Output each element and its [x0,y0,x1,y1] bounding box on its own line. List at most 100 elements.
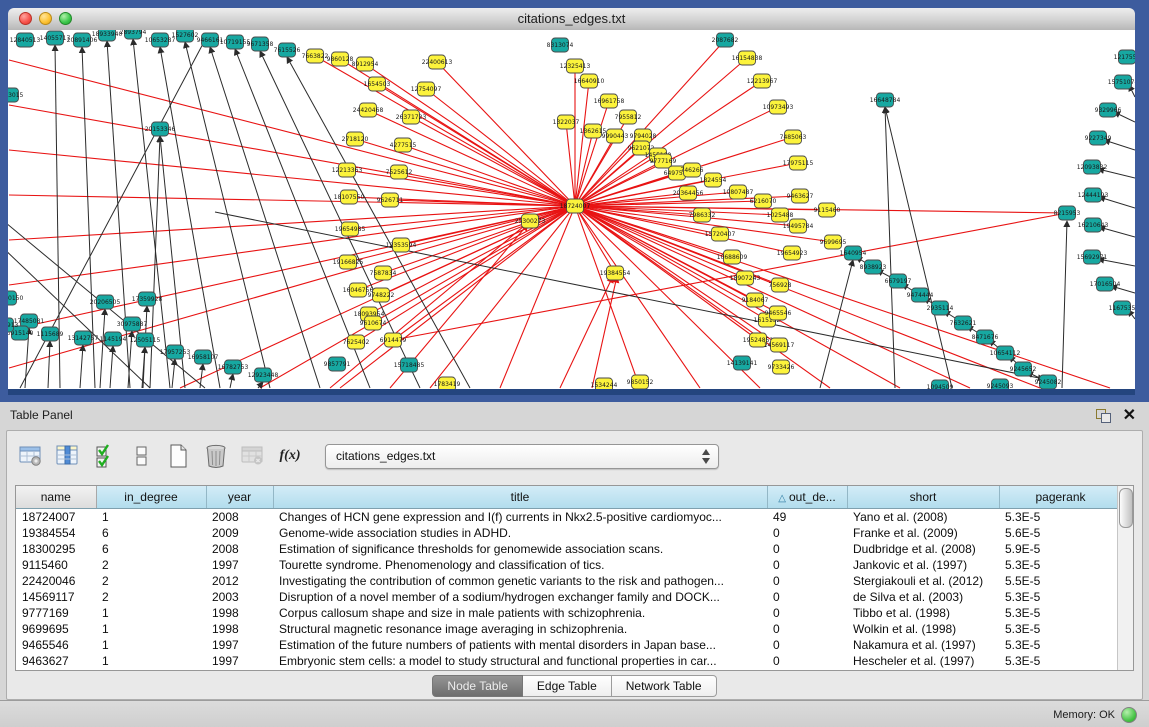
svg-text:12093832: 12093832 [1077,164,1108,171]
svg-text:1824554: 1824554 [700,177,727,184]
svg-text:16782753: 16782753 [218,364,249,371]
column-header-name[interactable]: name [16,486,96,509]
svg-text:19654985: 19654985 [335,226,366,233]
close-panel-icon[interactable]: ✕ [1123,405,1136,425]
svg-text:1527602: 1527602 [172,32,199,39]
table-row[interactable]: 911546021997Tourette syndrome. Phenomeno… [16,557,1122,573]
table-row[interactable]: 969969511998Structural magnetic resonanc… [16,621,1122,637]
table-row[interactable]: 1830029562008Estimation of significance … [16,541,1122,557]
svg-text:19384554: 19384554 [600,270,631,277]
window-controls [19,12,72,25]
close-window-icon[interactable] [19,12,32,25]
svg-text:9748222: 9748222 [368,292,395,299]
svg-text:12840513: 12840513 [10,37,41,44]
float-panel-icon[interactable] [1096,409,1111,422]
create-column-icon[interactable] [165,442,193,470]
svg-text:2893794: 2893794 [120,30,147,36]
column-header-pagerank[interactable]: pagerank [999,486,1122,509]
svg-text:8471676: 8471676 [972,334,999,341]
svg-text:756928: 756928 [769,282,792,289]
table-settings-icon[interactable] [17,442,45,470]
memory-ok-icon[interactable] [1121,707,1137,723]
delete-column-icon[interactable] [202,442,230,470]
svg-text:7986332: 7986332 [689,212,716,219]
row-mode-icon[interactable] [128,442,156,470]
svg-text:9610674: 9610674 [360,320,387,327]
network-window-bottom-edge [8,389,1135,395]
column-header-short[interactable]: short [847,486,999,509]
svg-text:22400613: 22400613 [422,59,453,66]
svg-text:2718120: 2718120 [342,136,369,143]
svg-text:13142757: 13142757 [68,335,99,342]
svg-text:6914479: 6914479 [380,337,407,344]
svg-text:15718485: 15718485 [394,362,425,369]
svg-text:9699695: 9699695 [820,239,847,246]
svg-text:9474444: 9474444 [907,292,934,299]
column-header-in_degree[interactable]: in_degree [96,486,206,509]
table-row[interactable]: 946554611997Estimation of the future num… [16,637,1122,653]
svg-text:9329966: 9329966 [1095,107,1122,114]
table-row[interactable]: 1938455462009Genome-wide association stu… [16,525,1122,541]
table-row[interactable]: 1456911722003Disruption of a novel membe… [16,589,1122,605]
table-row[interactable]: 1872400712008Changes of HCN gene express… [16,509,1122,526]
table-selector-value: citations_edges.txt [326,445,718,468]
svg-text:24420468: 24420468 [353,107,384,114]
svg-text:7955812: 7955812 [615,114,642,121]
svg-text:12923448: 12923448 [248,372,279,379]
column-visibility-icon[interactable] [54,442,82,470]
svg-text:9990443: 9990443 [602,133,629,140]
network-canvas[interactable]: 1284051314055717208914061893394028937941… [8,30,1135,389]
network-window-titlebar[interactable]: citations_edges.txt [8,8,1135,31]
table-selector-dropdown[interactable]: citations_edges.txt [325,444,719,469]
svg-text:8313074: 8313074 [547,42,574,49]
svg-text:6216070: 6216070 [750,198,777,205]
select-attributes-icon[interactable] [91,442,119,470]
minimize-window-icon[interactable] [39,12,52,25]
table-row[interactable]: 946362711997Embryonic stem cells: a mode… [16,653,1122,669]
svg-text:9115460: 9115460 [814,207,841,214]
svg-text:20364456: 20364456 [673,190,704,197]
column-header-year[interactable]: year [206,486,273,509]
svg-text:7485063: 7485063 [780,134,807,141]
table-panel-body: f(x) citations_edges.txt namein_degreeye… [6,430,1143,700]
svg-text:7525612: 7525612 [386,169,413,176]
table-scrollbar[interactable] [1117,486,1133,670]
table-scrollbar-thumb[interactable] [1119,488,1133,528]
svg-text:1115689: 1115689 [37,331,64,338]
svg-text:9733426: 9733426 [768,364,795,371]
network-view-area: citations_edges.txt 12840513140557172089… [0,0,1149,402]
svg-text:1783419: 1783419 [434,381,461,388]
svg-text:1025488: 1025488 [767,212,794,219]
memory-status-label: Memory: OK [1053,709,1115,721]
svg-text:26160150: 26160150 [8,295,23,302]
graph-nodes: 1284051314055717208914061893394028937941… [8,30,1135,389]
svg-text:9671358: 9671358 [247,41,274,48]
svg-text:9626711: 9626711 [377,197,404,204]
node-table: namein_degreeyeartitle△out_de...shortpag… [15,485,1134,671]
function-builder-icon[interactable]: f(x) [276,442,304,470]
tab-edge-table[interactable]: Edge Table [523,675,612,697]
svg-text:7615526: 7615526 [274,47,301,54]
table-row[interactable]: 2242004622012Investigating the contribut… [16,573,1122,589]
node-table-body: 1872400712008Changes of HCN gene express… [16,509,1122,670]
svg-text:14569117: 14569117 [764,342,795,349]
tab-network-table[interactable]: Network Table [612,675,717,697]
dropdown-arrows-icon [702,448,711,465]
svg-text:10807487: 10807487 [723,189,754,196]
svg-text:9860128: 9860128 [327,56,354,63]
column-header-out_degree[interactable]: △out_de... [767,486,847,509]
svg-text:1534244: 1534244 [591,382,618,389]
delete-table-icon[interactable] [239,442,267,470]
table-row[interactable]: 977716911998Corpus callosum shape and si… [16,605,1122,621]
svg-text:8215953: 8215953 [1054,210,1081,217]
svg-text:17975115: 17975115 [783,160,814,167]
svg-text:1167535: 1167535 [1109,305,1135,312]
svg-text:18907243: 18907243 [730,275,761,282]
svg-text:9184067: 9184067 [742,297,769,304]
column-header-title[interactable]: title [273,486,767,509]
svg-text:20206505: 20206505 [90,299,121,306]
zoom-window-icon[interactable] [59,12,72,25]
tab-node-table[interactable]: Node Table [432,675,523,697]
svg-text:9105913: 9105913 [8,322,19,329]
svg-text:15720407: 15720407 [705,231,736,238]
